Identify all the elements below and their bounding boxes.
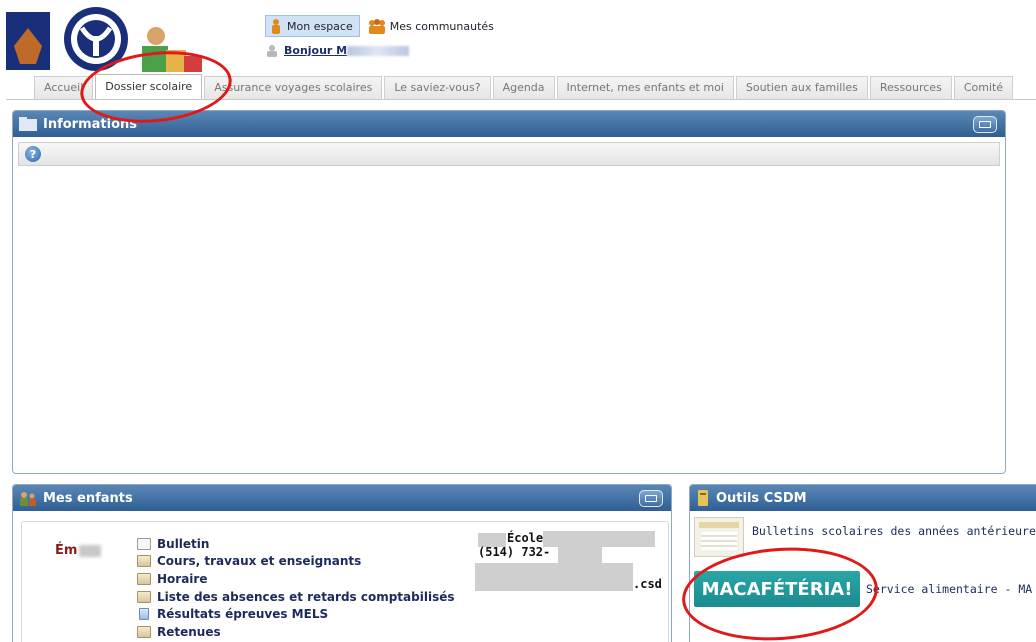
tab-le-saviez-vous[interactable]: Le saviez-vous? (384, 76, 491, 100)
mes-enfants-panel: Mes enfants Ém Bulletin Cours, travaux e… (12, 484, 672, 642)
results-icon (139, 608, 149, 621)
tab-assurance-voyages[interactable]: Assurance voyages scolaires (204, 76, 383, 100)
school-info: École (514) 732- (478, 531, 550, 559)
redaction (558, 547, 602, 563)
bulletin-thumbnail (694, 517, 744, 557)
tab-ressources[interactable]: Ressources (869, 76, 952, 100)
mes-enfants-title: Mes enfants (43, 490, 133, 506)
redaction (475, 563, 633, 591)
tab-dossier-scolaire[interactable]: Dossier scolaire (95, 74, 203, 100)
outils-csdm-header: Outils CSDM (690, 485, 1036, 511)
person-icon (272, 19, 280, 34)
school-email: .csd (633, 577, 662, 591)
tab-divider (6, 99, 1036, 100)
tool-cafeteria-label: Service alimentaire - MA CA (866, 582, 1036, 596)
greeting-link[interactable]: Bonjour M (284, 44, 410, 57)
mes-communautes-label: Mes communautés (389, 19, 494, 33)
books-icon (137, 555, 151, 568)
informations-title: Informations (43, 116, 138, 132)
group-icon (368, 19, 385, 34)
tab-soutien-familles[interactable]: Soutien aux familles (735, 76, 868, 100)
school-label: École (507, 531, 544, 545)
informations-header: Informations (13, 111, 1005, 137)
link-cours-travaux[interactable]: Cours, travaux et enseignants (137, 553, 455, 571)
help-icon[interactable]: ? (25, 146, 41, 162)
tab-comite[interactable]: Comité (953, 76, 1014, 100)
calendar-icon (137, 572, 151, 585)
csdm-logo (6, 6, 206, 76)
minimize-button[interactable] (639, 490, 663, 507)
calendar-icon (137, 625, 151, 638)
link-horaire[interactable]: Horaire (137, 570, 455, 588)
tab-internet-enfants[interactable]: Internet, mes enfants et moi (556, 76, 734, 100)
tool-bulletins-label: Bulletins scolaires des années antérieur… (752, 524, 1036, 538)
child-links: Bulletin Cours, travaux et enseignants H… (137, 535, 455, 641)
user-icon (267, 45, 277, 57)
mes-communautes-button[interactable]: Mes communautés (366, 16, 496, 36)
calendar-icon (137, 590, 151, 603)
mes-enfants-header: Mes enfants (13, 485, 671, 511)
tab-agenda[interactable]: Agenda (492, 76, 555, 100)
minimize-button[interactable] (973, 116, 997, 133)
tools-icon (698, 490, 708, 506)
document-icon (137, 537, 151, 550)
mon-espace-button[interactable]: Mon espace (265, 15, 360, 37)
tool-ma-cafeteria[interactable]: MACAFÉTÉRIA! Service alimentaire - MA CA (694, 571, 1036, 607)
tool-bulletins-anterieurs[interactable]: Bulletins scolaires des années antérieur… (694, 517, 1036, 557)
informations-toolbar: ? (18, 142, 1000, 166)
link-bulletin[interactable]: Bulletin (137, 535, 455, 553)
mon-espace-label: Mon espace (287, 19, 353, 33)
link-absences[interactable]: Liste des absences et retards comptabili… (137, 588, 455, 606)
outils-csdm-panel: Outils CSDM Bulletins scolaires des anné… (689, 484, 1036, 642)
outils-csdm-title: Outils CSDM (716, 490, 807, 506)
main-tabs: Accueil Dossier scolaire Assurance voyag… (34, 74, 1036, 100)
link-resultats-mels[interactable]: Résultats épreuves MELS (137, 605, 455, 623)
informations-panel: Informations ? (12, 110, 1006, 474)
ma-cafeteria-logo: MACAFÉTÉRIA! (694, 571, 860, 607)
school-phone: (514) 732- (478, 545, 551, 559)
tab-accueil[interactable]: Accueil (34, 76, 94, 100)
link-retenues[interactable]: Retenues (137, 623, 455, 641)
folder-icon (19, 117, 37, 131)
redaction (543, 531, 655, 547)
child-name: Ém (55, 543, 102, 558)
children-icon (20, 492, 36, 506)
